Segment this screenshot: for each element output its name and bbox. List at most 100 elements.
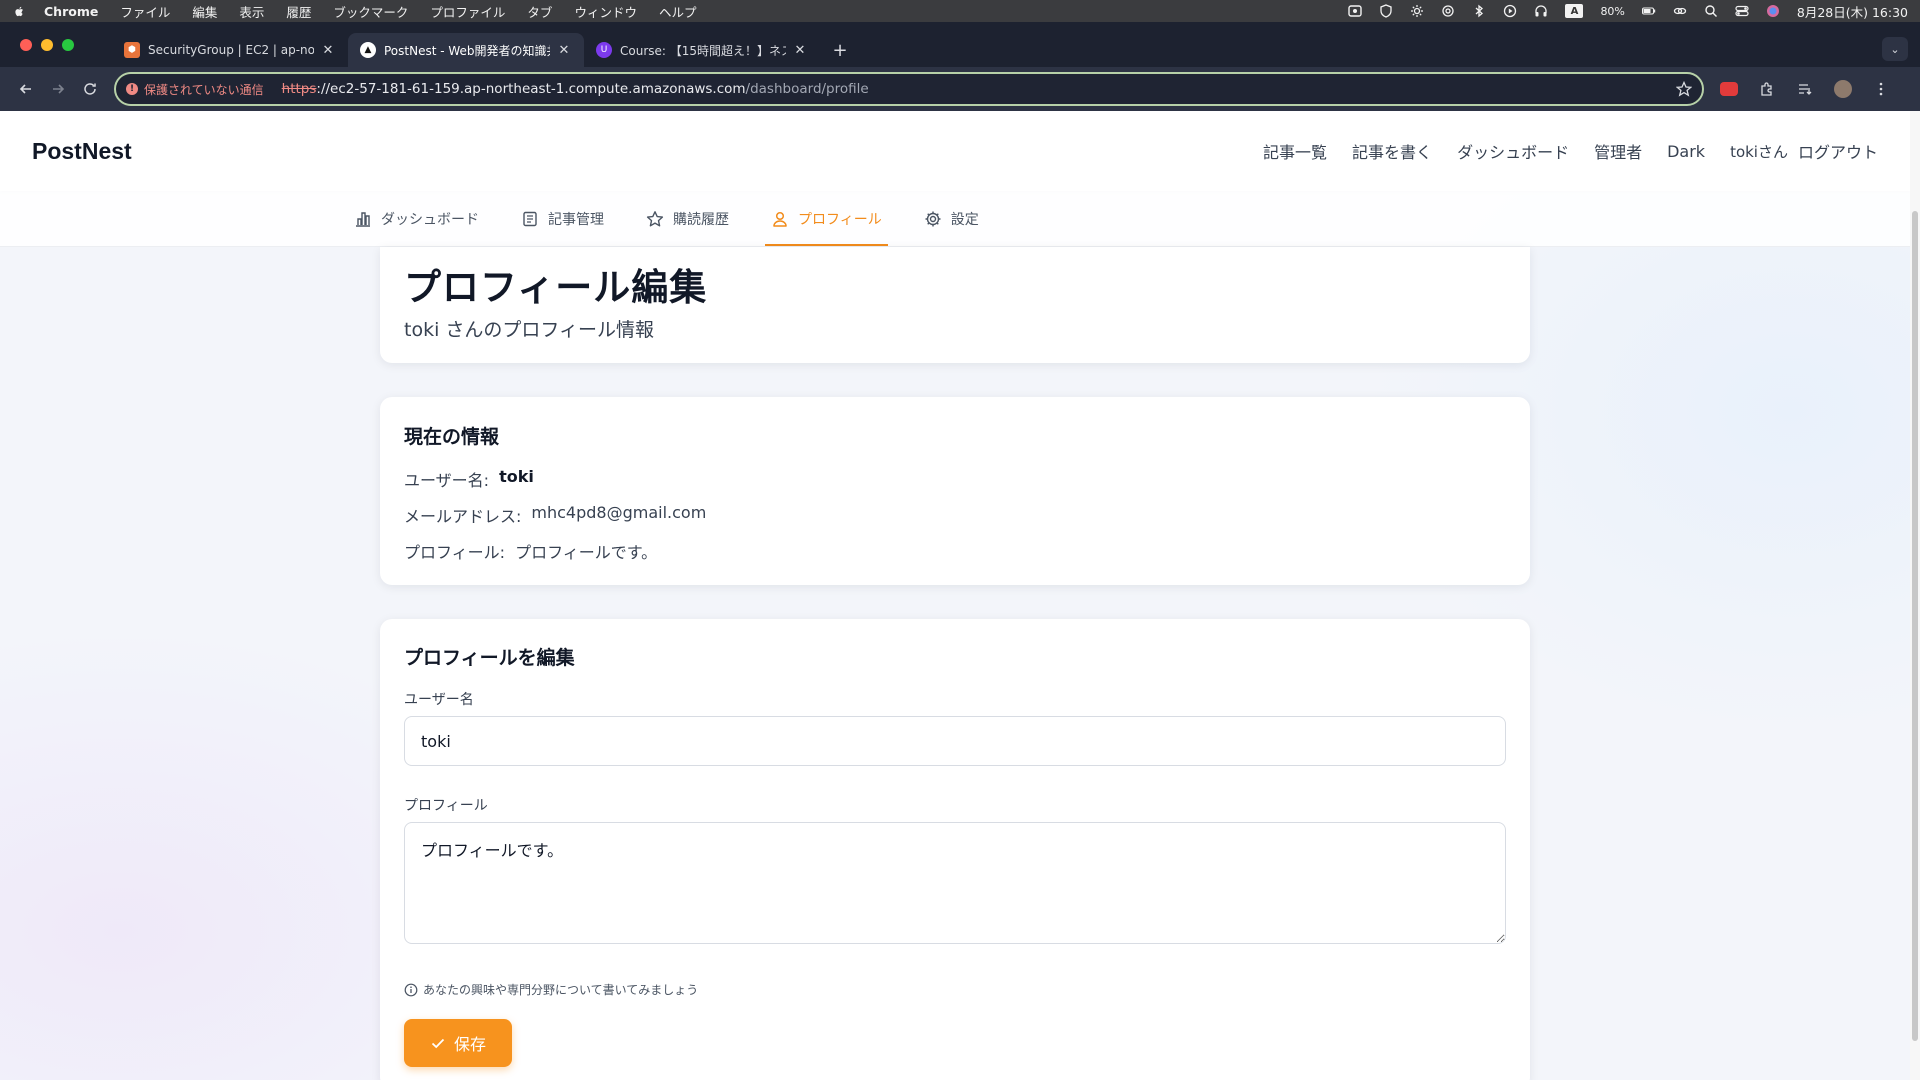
menu-help[interactable]: ヘルプ bbox=[659, 2, 697, 21]
tab-title: Course: 【15時間超え！】ネスト bbox=[620, 43, 786, 58]
security-warning[interactable]: ! 保護されていない通信 bbox=[126, 81, 264, 98]
headphones-icon[interactable] bbox=[1534, 4, 1548, 18]
menu-profiles[interactable]: プロファイル bbox=[430, 2, 505, 21]
spiral-icon[interactable] bbox=[1441, 4, 1455, 18]
subnav-profile[interactable]: プロフィール bbox=[765, 191, 888, 246]
subnav-label: 購読履歴 bbox=[673, 211, 729, 228]
profile-textarea[interactable]: プロフィールです。 bbox=[404, 822, 1506, 944]
link-icon[interactable] bbox=[1673, 4, 1687, 18]
bluetooth-icon[interactable] bbox=[1472, 4, 1486, 18]
profile-hint: あなたの興味や専門分野について書いてみましょう bbox=[404, 981, 698, 998]
play-icon[interactable] bbox=[1503, 4, 1517, 18]
menu-edit[interactable]: 編集 bbox=[192, 2, 217, 21]
close-tab-icon[interactable]: ✕ bbox=[792, 42, 808, 58]
tab-securitygroup[interactable]: ⬢ SecurityGroup | EC2 | ap-northeast-1 ✕ bbox=[112, 33, 348, 67]
info-label: メールアドレス: bbox=[404, 507, 522, 526]
close-tab-icon[interactable]: ✕ bbox=[320, 42, 336, 58]
zoom-window-button[interactable] bbox=[62, 39, 74, 51]
warning-icon: ! bbox=[126, 83, 138, 95]
profile-avatar[interactable] bbox=[1834, 80, 1852, 98]
input-source-indicator[interactable]: A bbox=[1565, 4, 1584, 18]
info-row-profile: プロフィール: プロフィールです。 bbox=[404, 539, 657, 563]
page-header-card: プロフィール編集 toki さんのプロフィール情報 bbox=[380, 247, 1530, 363]
control-center-icon[interactable] bbox=[1735, 4, 1749, 18]
star-icon bbox=[646, 210, 664, 226]
reload-button[interactable] bbox=[74, 73, 106, 105]
subnav-label: 記事管理 bbox=[548, 211, 604, 228]
screen-record-icon[interactable] bbox=[1348, 4, 1363, 18]
username-label: ユーザー名 bbox=[404, 692, 474, 708]
tab-course[interactable]: U Course: 【15時間超え！】ネスト ✕ bbox=[584, 33, 820, 67]
menu-history[interactable]: 履歴 bbox=[286, 2, 311, 21]
tab-title: PostNest - Web開発者の知識共有 bbox=[384, 43, 550, 58]
nav-user-name[interactable]: tokiさん bbox=[1730, 141, 1788, 162]
gear-icon bbox=[925, 211, 941, 226]
shield-icon[interactable] bbox=[1379, 4, 1393, 18]
user-icon bbox=[773, 211, 787, 227]
menu-view[interactable]: 表示 bbox=[239, 2, 264, 21]
current-info-card: 現在の情報 ユーザー名: toki メールアドレス: mhc4pd8@gmail… bbox=[380, 397, 1530, 585]
current-info-heading: 現在の情報 bbox=[404, 426, 500, 448]
username-input[interactable] bbox=[404, 716, 1506, 766]
nav-admin[interactable]: 管理者 bbox=[1594, 139, 1642, 163]
subnav-settings[interactable]: 設定 bbox=[918, 191, 985, 246]
reading-list-icon[interactable] bbox=[1796, 80, 1814, 98]
nav-write[interactable]: 記事を書く bbox=[1352, 139, 1432, 163]
battery-icon[interactable] bbox=[1641, 4, 1656, 18]
search-icon[interactable] bbox=[1704, 4, 1718, 18]
subnav-label: プロフィール bbox=[798, 211, 882, 228]
menu-bookmarks[interactable]: ブックマーク bbox=[333, 2, 408, 21]
page-scrollbar[interactable] bbox=[1910, 111, 1920, 1080]
extension-red-icon[interactable] bbox=[1720, 82, 1738, 96]
chrome-menu-icon[interactable] bbox=[1872, 80, 1890, 98]
back-button[interactable] bbox=[10, 73, 42, 105]
profile-label: プロフィール bbox=[404, 798, 488, 814]
forward-button[interactable] bbox=[42, 73, 74, 105]
scrollbar-thumb[interactable] bbox=[1912, 211, 1918, 1041]
top-nav: 記事一覧 記事を書く ダッシュボード 管理者 Dark tokiさん ログアウト bbox=[1263, 139, 1878, 163]
close-window-button[interactable] bbox=[20, 39, 32, 51]
nav-dashboard[interactable]: ダッシュボード bbox=[1457, 139, 1569, 163]
address-bar[interactable]: ! 保護されていない通信 https ://ec2-57-181-61-159.… bbox=[114, 72, 1704, 106]
siri-icon[interactable] bbox=[1766, 4, 1780, 18]
url-host: ://ec2-57-181-61-159.ap-northeast-1.comp… bbox=[316, 81, 746, 97]
extensions-puzzle-icon[interactable] bbox=[1758, 80, 1776, 98]
hint-text: あなたの興味や専門分野について書いてみましょう bbox=[423, 983, 699, 997]
subnav-dashboard[interactable]: ダッシュボード bbox=[348, 191, 485, 246]
menu-window[interactable]: ウィンドウ bbox=[574, 2, 637, 21]
info-value: プロフィールです。 bbox=[515, 543, 658, 562]
clock-datetime[interactable]: 8月28日(木) 16:30 bbox=[1797, 2, 1908, 21]
dashboard-subnav: ダッシュボード 記事管理 購読履歴 プロフィール 設定 bbox=[0, 191, 1910, 247]
info-value: toki bbox=[499, 467, 534, 486]
info-row-username: ユーザー名: toki bbox=[404, 467, 534, 491]
info-icon bbox=[404, 983, 418, 996]
menu-file[interactable]: ファイル bbox=[120, 2, 170, 21]
browser-tab-strip: ⬢ SecurityGroup | EC2 | ap-northeast-1 ✕… bbox=[0, 22, 1920, 67]
save-button[interactable]: 保存 bbox=[404, 1019, 512, 1067]
page-title: プロフィール編集 bbox=[404, 266, 708, 309]
nav-logout[interactable]: ログアウト bbox=[1798, 139, 1878, 163]
nav-articles[interactable]: 記事一覧 bbox=[1263, 139, 1327, 163]
page-viewport: PostNest 記事一覧 記事を書く ダッシュボード 管理者 Dark tok… bbox=[0, 111, 1920, 1080]
close-tab-icon[interactable]: ✕ bbox=[556, 42, 572, 58]
tab-postnest[interactable]: ▲ PostNest - Web開発者の知識共有 ✕ bbox=[348, 33, 584, 67]
edit-profile-heading: プロフィールを編集 bbox=[404, 647, 575, 669]
brightness-icon[interactable] bbox=[1410, 4, 1424, 18]
menu-tab[interactable]: タブ bbox=[527, 2, 552, 21]
udemy-favicon-icon: U bbox=[596, 42, 612, 58]
url-scheme: https bbox=[281, 81, 317, 97]
new-tab-button[interactable]: + bbox=[826, 33, 854, 67]
site-logo[interactable]: PostNest bbox=[32, 138, 132, 165]
minimize-window-button[interactable] bbox=[41, 39, 53, 51]
battery-percent: 80% bbox=[1600, 4, 1625, 18]
apple-icon[interactable] bbox=[12, 4, 26, 18]
subnav-articles[interactable]: 記事管理 bbox=[515, 191, 610, 246]
subnav-subscriptions[interactable]: 購読履歴 bbox=[640, 191, 735, 246]
tab-title: SecurityGroup | EC2 | ap-northeast-1 bbox=[148, 43, 314, 57]
bookmark-star-icon[interactable] bbox=[1676, 81, 1692, 97]
info-row-email: メールアドレス: mhc4pd8@gmail.com bbox=[404, 503, 706, 527]
security-warning-label: 保護されていない通信 bbox=[144, 82, 264, 97]
nav-dark-toggle[interactable]: Dark bbox=[1667, 142, 1705, 161]
menu-chrome[interactable]: Chrome bbox=[44, 4, 98, 19]
tab-search-chevron-icon[interactable]: ⌄ bbox=[1882, 37, 1908, 61]
